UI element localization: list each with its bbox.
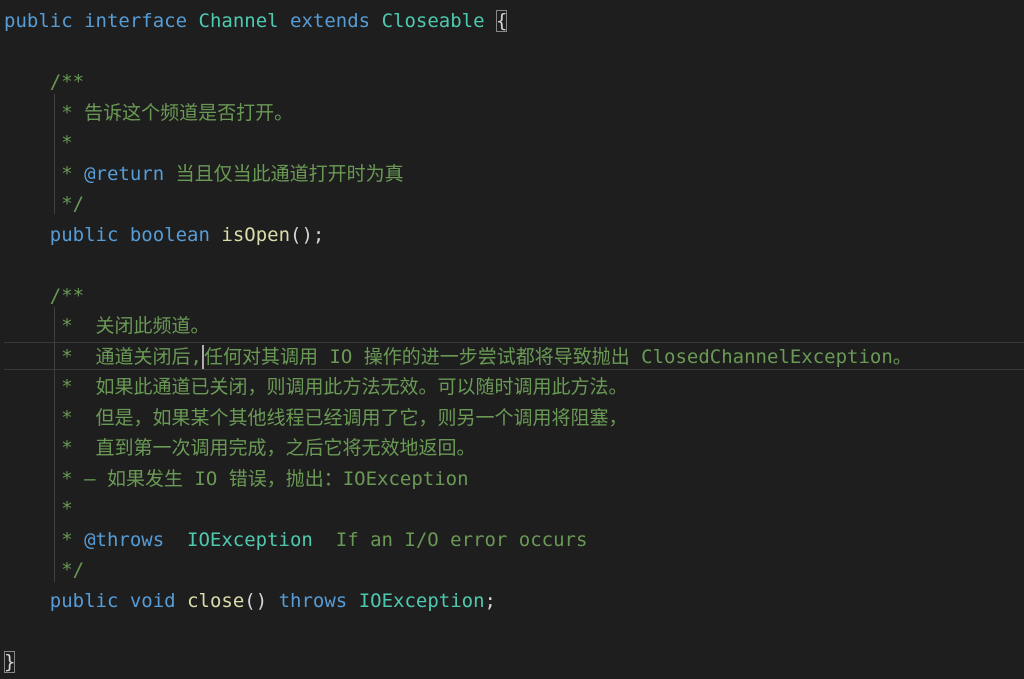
- code-token: Closeable: [381, 10, 485, 32]
- code-token: * 直到第一次调用完成，之后它将无效地返回。: [4, 437, 476, 459]
- code-token: 任何对其调用 IO 操作的进一步尝试都将导致抛出 ClosedChannelEx…: [203, 345, 912, 368]
- code-token: */: [4, 559, 85, 581]
- code-token: throws: [278, 589, 348, 612]
- code-token: Channel: [198, 10, 279, 32]
- code-editor[interactable]: public interface Channel extends Closeab…: [0, 0, 1024, 679]
- code-token: IOException: [358, 589, 485, 612]
- code-token: ;: [484, 589, 496, 612]
- code-line-14[interactable]: * 但是，如果某个其他线程已经调用了它，则另一个调用将阻塞，: [4, 403, 1024, 433]
- code-token: */: [4, 193, 85, 215]
- code-token: IOException: [187, 528, 313, 551]
- code-line-6[interactable]: * @return 当且仅当此通道打开时为真: [4, 159, 1024, 189]
- code-token: *: [4, 528, 85, 551]
- matched-bracket: }: [4, 650, 16, 673]
- code-line-19[interactable]: */: [4, 555, 1024, 585]
- code-token: *: [4, 132, 73, 154]
- code-token: * 关闭此频道。: [4, 315, 210, 337]
- code-line-3[interactable]: /**: [4, 67, 1024, 97]
- code-token: (): [244, 589, 279, 612]
- code-token: boolean: [129, 223, 210, 246]
- code-line-1[interactable]: public interface Channel extends Closeab…: [4, 6, 1024, 36]
- code-token: close: [187, 589, 245, 612]
- code-line-10[interactable]: /**: [4, 281, 1024, 311]
- code-line-4[interactable]: * 告诉这个频道是否打开。: [4, 98, 1024, 128]
- code-token: * — 如果发生 IO 错误，抛出：IOException: [4, 467, 469, 490]
- code-token: public: [4, 10, 73, 32]
- code-line-15[interactable]: * 直到第一次调用完成，之后它将无效地返回。: [4, 433, 1024, 463]
- code-token: @throws: [84, 528, 165, 551]
- code-line-9[interactable]: [4, 250, 1024, 280]
- code-token: * 通道关闭后,: [4, 345, 202, 368]
- code-token: * 但是，如果某个其他线程已经调用了它，则另一个调用将阻塞，: [4, 406, 628, 429]
- code-line-18[interactable]: * @throws IOException If an I/O error oc…: [4, 525, 1024, 555]
- code-token: interface: [84, 10, 188, 32]
- matched-bracket: {: [495, 10, 508, 32]
- code-line-2[interactable]: [4, 37, 1024, 67]
- code-line-12[interactable]: * 通道关闭后, 任何对其调用 IO 操作的进一步尝试都将导致抛出 ClosedC…: [4, 342, 1024, 372]
- code-token: /**: [4, 284, 85, 307]
- code-line-5[interactable]: *: [4, 128, 1024, 158]
- code-token: extends: [290, 10, 371, 32]
- code-line-22[interactable]: }: [4, 647, 1024, 677]
- code-line-16[interactable]: * — 如果发生 IO 错误，抛出：IOException: [4, 464, 1024, 494]
- code-token: ();: [290, 223, 325, 246]
- code-token: /**: [4, 71, 85, 93]
- code-token: isOpen: [221, 223, 291, 246]
- code-token: 当且仅当此通道打开时为真: [164, 162, 404, 185]
- code-token: * 如果此通道已关闭，则调用此方法无效。可以随时调用此方法。: [4, 376, 628, 398]
- code-token: * 告诉这个频道是否打开。: [4, 101, 294, 124]
- code-line-8[interactable]: public boolean isOpen();: [4, 220, 1024, 250]
- code-token: public: [49, 589, 119, 612]
- code-token: *: [4, 498, 73, 520]
- code-token: *: [4, 162, 85, 185]
- code-line-21[interactable]: [4, 616, 1024, 646]
- code-token: public: [49, 223, 119, 246]
- code-token: @return: [84, 162, 165, 185]
- code-line-13[interactable]: * 如果此通道已关闭，则调用此方法无效。可以随时调用此方法。: [4, 372, 1024, 402]
- code-line-7[interactable]: */: [4, 189, 1024, 219]
- code-line-11[interactable]: * 关闭此频道。: [4, 311, 1024, 341]
- code-token: If an I/O error occurs: [312, 528, 588, 551]
- code-line-20[interactable]: public void close() throws IOException;: [4, 586, 1024, 616]
- code-line-17[interactable]: *: [4, 494, 1024, 524]
- code-token: void: [129, 589, 176, 612]
